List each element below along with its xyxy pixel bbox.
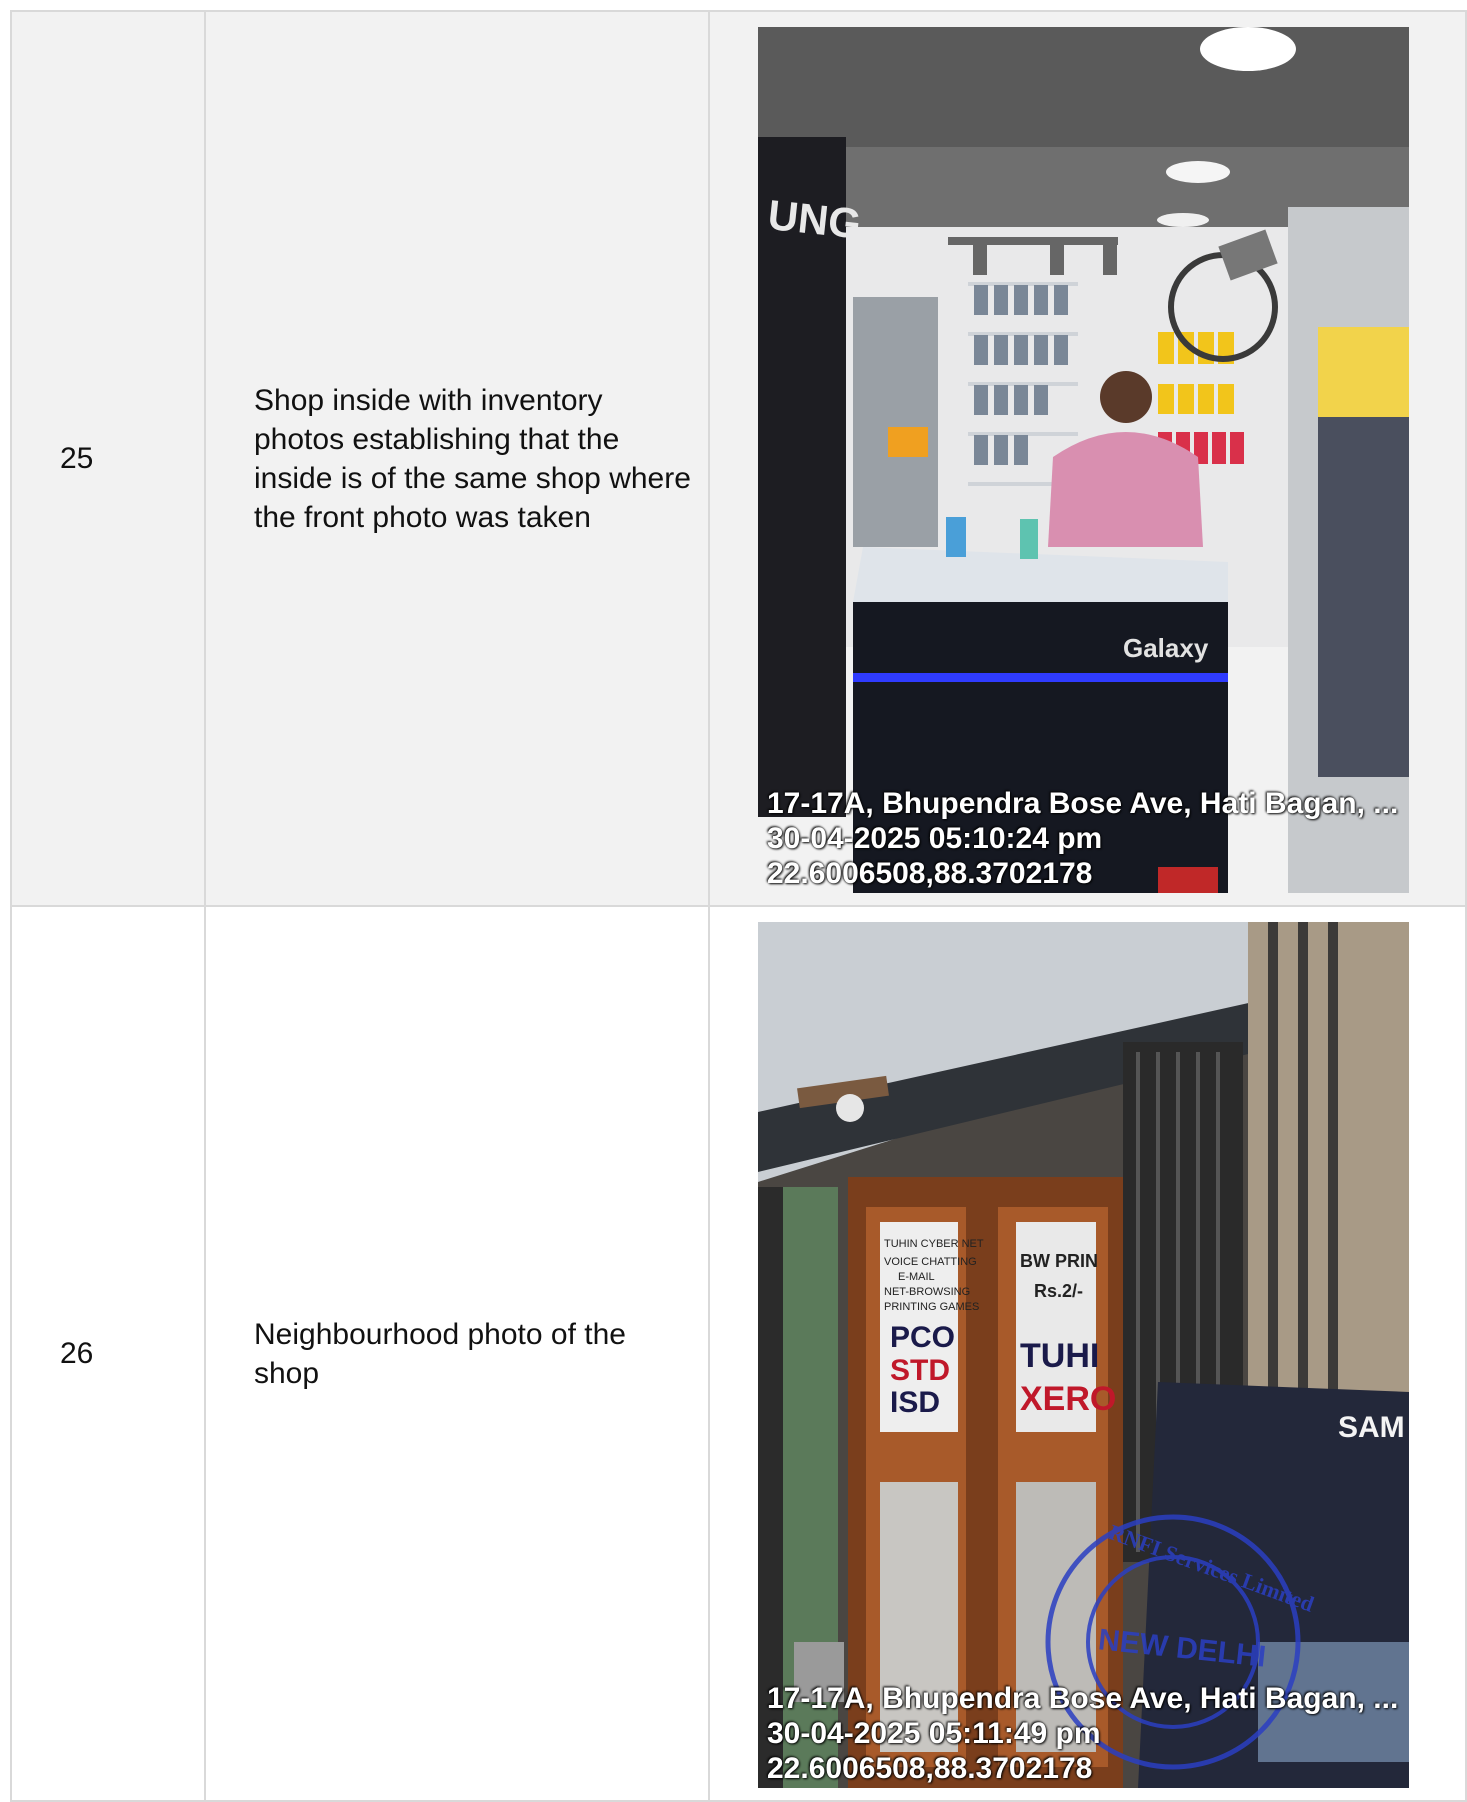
door-sign-line: ISD — [890, 1386, 940, 1419]
photo-caption: 17-17A, Bhupendra Bose Ave, Hati Bagan, … — [767, 1681, 1398, 1786]
door-sign2-line: BW PRIN — [1020, 1251, 1098, 1271]
door-sign-line: TUHIN CYBER NET — [884, 1238, 984, 1250]
door-sign-line: E-MAIL — [898, 1271, 935, 1283]
door-sign2-line: XERO — [1020, 1380, 1116, 1418]
neighbourhood-illustration: TUHIN CYBER NET VOICE CHATTING E-MAIL NE… — [758, 922, 1409, 1788]
door-sign-line: STD — [890, 1354, 950, 1387]
table-row: 25 Shop inside with inventory photos est… — [10, 10, 1467, 907]
row-description: Neighbourhood photo of the shop — [204, 905, 710, 1802]
photo-address: 17-17A, Bhupendra Bose Ave, Hati Bagan, … — [767, 787, 1399, 820]
brand-fragment-right: SAM — [1338, 1411, 1405, 1444]
photo-cell: UNG Galaxy 17-17A, Bhupendra Bose Ave, H… — [708, 10, 1467, 907]
door-sign-line: PCO — [890, 1321, 955, 1354]
row-number: 25 — [10, 10, 206, 907]
door-sign2-line: Rs.2/- — [1034, 1281, 1083, 1301]
neighbourhood-photo: TUHIN CYBER NET VOICE CHATTING E-MAIL NE… — [758, 922, 1409, 1788]
photo-datetime: 30-04-2025 05:11:49 pm — [767, 1717, 1101, 1750]
door-sign-line: VOICE CHATTING — [884, 1256, 977, 1268]
photo-coordinates: 22.6006508,88.3702178 — [767, 857, 1093, 890]
photo-coordinates: 22.6006508,88.3702178 — [767, 1752, 1093, 1785]
door-sign-line: PRINTING GAMES — [884, 1301, 979, 1313]
door-sign2-line: TUHI — [1020, 1337, 1099, 1375]
photo-address: 17-17A, Bhupendra Bose Ave, Hati Bagan, … — [767, 1682, 1399, 1715]
report-table: 25 Shop inside with inventory photos est… — [10, 10, 1467, 1802]
photo-datetime: 30-04-2025 05:10:24 pm — [767, 822, 1103, 855]
row-number: 26 — [10, 905, 206, 1802]
photo-caption: 17-17A, Bhupendra Bose Ave, Hati Bagan, … — [767, 786, 1398, 891]
photo-cell: TUHIN CYBER NET VOICE CHATTING E-MAIL NE… — [708, 905, 1467, 1802]
row-description: Shop inside with inventory photos establ… — [204, 10, 710, 907]
door-sign-line: NET-BROWSING — [884, 1286, 970, 1298]
shop-interior-illustration: UNG Galaxy — [758, 27, 1409, 893]
table-row: 26 Neighbourhood photo of the shop TUHIN… — [10, 905, 1467, 1802]
shop-interior-photo: UNG Galaxy 17-17A, Bhupendra Bose Ave, H… — [758, 27, 1409, 893]
counter-sign: Galaxy — [1123, 633, 1209, 663]
